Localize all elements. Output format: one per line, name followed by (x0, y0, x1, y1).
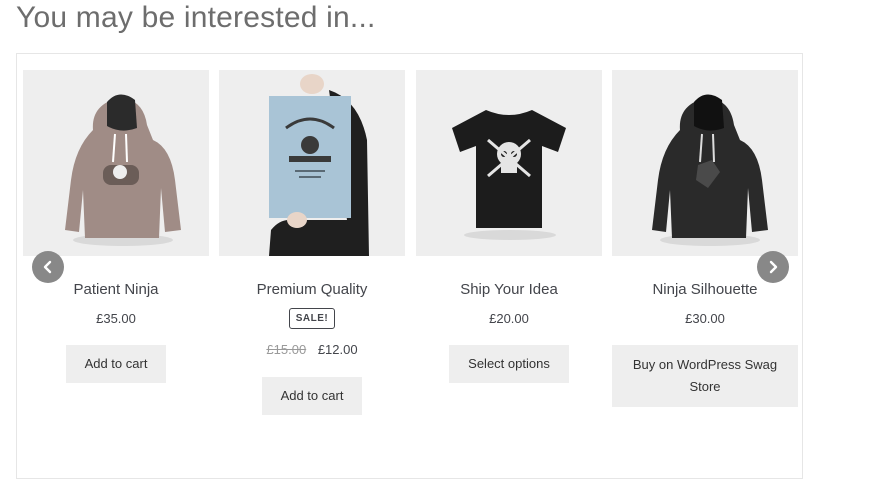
product-price: £30.00 (685, 311, 725, 326)
product-card: Premium Quality SALE! £15.00 £12.00 Add … (219, 70, 405, 415)
poster-image (269, 74, 369, 256)
product-title[interactable]: Premium Quality (219, 280, 405, 300)
product-title[interactable]: Ninja Silhouette (612, 280, 798, 300)
product-price: £35.00 (96, 311, 136, 326)
buy-external-button[interactable]: Buy on WordPress Swag Store (612, 345, 798, 407)
sale-price: £12.00 (317, 342, 358, 357)
product-image-link[interactable] (23, 70, 209, 256)
old-price: £15.00 (266, 342, 307, 357)
product-card: Ship Your Idea £20.00 Select options (416, 70, 602, 383)
product-image-link[interactable] (416, 70, 602, 256)
chevron-right-icon (769, 260, 778, 274)
product-image-link[interactable] (612, 70, 798, 256)
hoodie-image (65, 94, 181, 246)
chevron-left-icon (43, 260, 52, 274)
section-heading: You may be interested in... (16, 1, 376, 34)
add-to-cart-button[interactable]: Add to cart (65, 345, 167, 383)
tshirt-image (452, 110, 566, 240)
carousel-prev-button[interactable] (32, 251, 64, 283)
select-options-button[interactable]: Select options (449, 345, 569, 383)
product-image-link[interactable] (219, 70, 405, 256)
hoodie-image (652, 94, 768, 246)
product-carousel: Patient Ninja £35.00 Add to cart Premium… (16, 53, 803, 479)
product-card: Patient Ninja £35.00 Add to cart (23, 70, 209, 383)
sale-badge: SALE! (288, 308, 336, 329)
product-title[interactable]: Patient Ninja (23, 280, 209, 300)
product-price: £15.00 £12.00 (219, 341, 405, 359)
add-to-cart-button[interactable]: Add to cart (261, 377, 363, 415)
product-title[interactable]: Ship Your Idea (416, 280, 602, 300)
product-price: £20.00 (489, 311, 529, 326)
carousel-next-button[interactable] (757, 251, 789, 283)
product-card: Ninja Silhouette £30.00 Buy on WordPress… (612, 70, 798, 407)
